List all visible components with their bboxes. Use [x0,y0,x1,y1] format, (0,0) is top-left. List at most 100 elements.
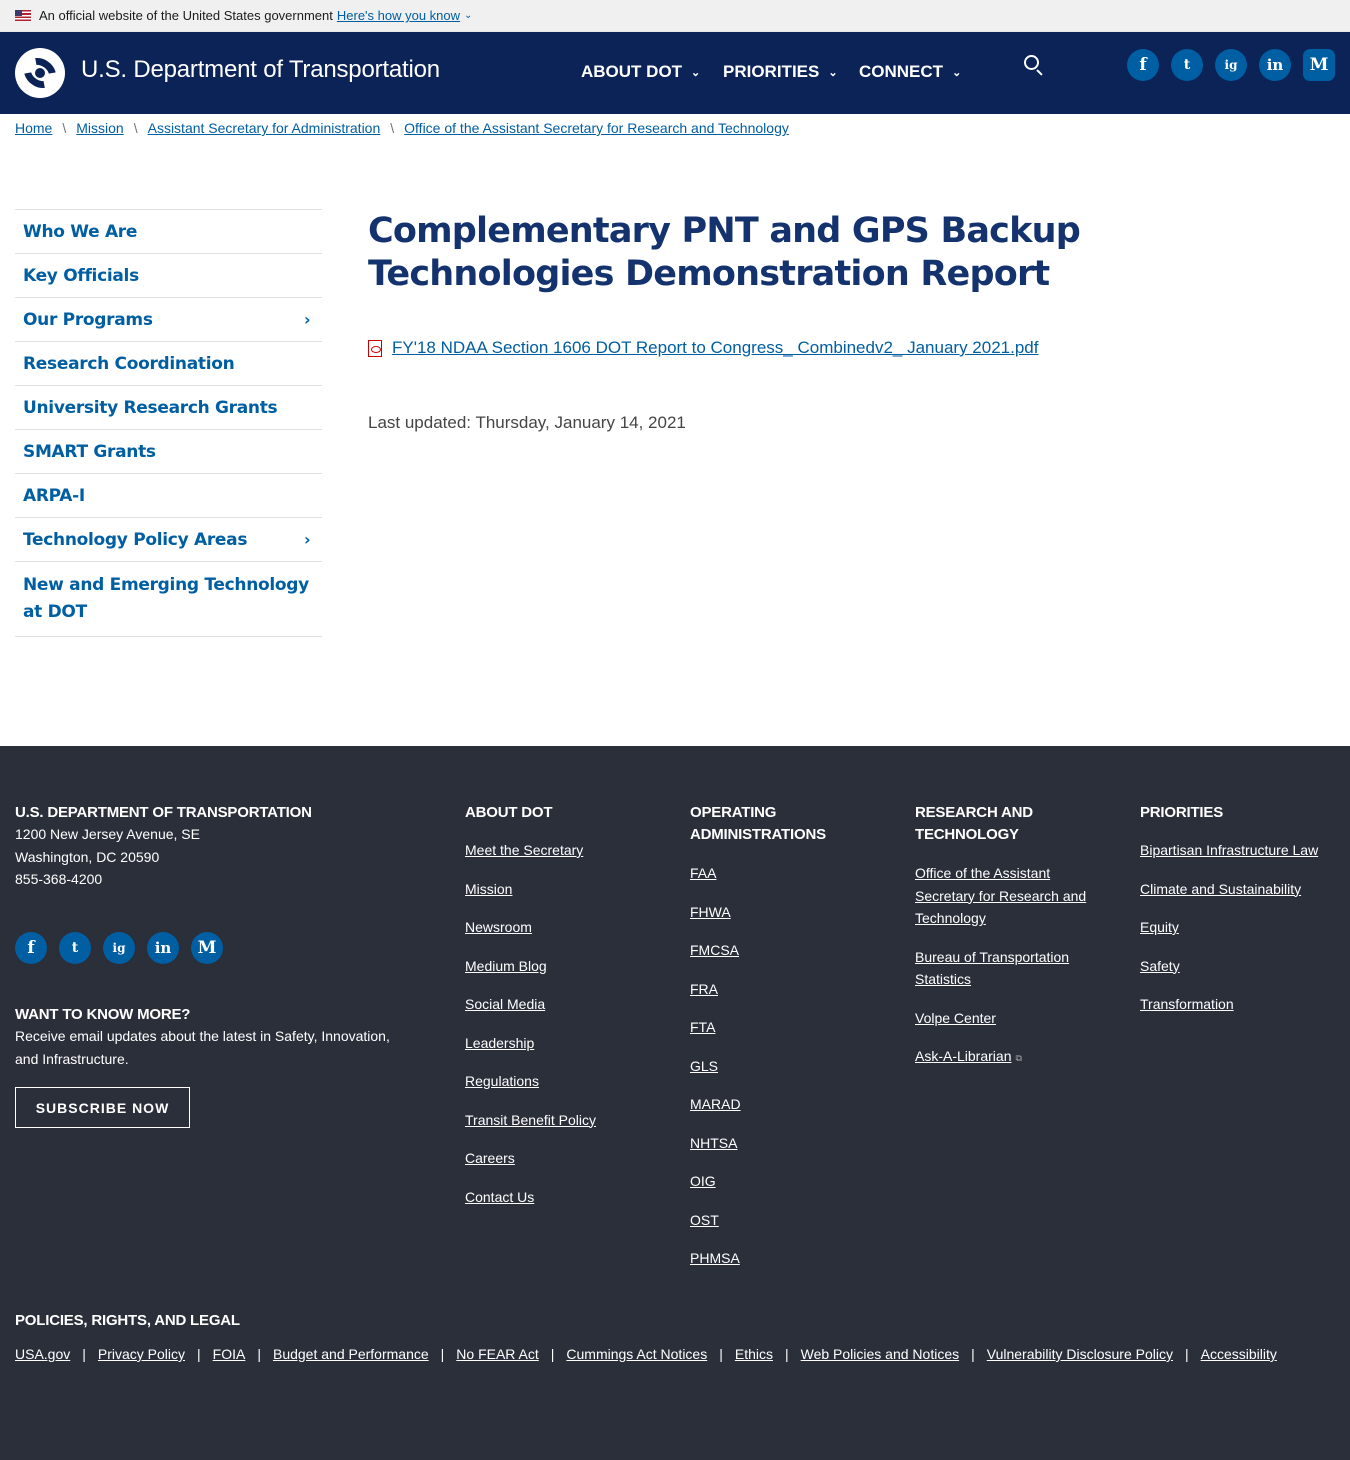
chevron-down-icon: ⌄ [691,66,701,79]
footer-link[interactable]: Transformation [1140,996,1234,1012]
legal-link[interactable]: USA.gov [15,1346,70,1362]
footer-link[interactable]: MARAD [690,1096,741,1112]
legal-link[interactable]: Accessibility [1201,1346,1277,1362]
breadcrumb: Home \ Mission \ Assistant Secretary for A… [15,120,789,136]
linkedin-icon[interactable]: in [1259,49,1291,81]
page-title: Complementary PNT and GPS Backup Technol… [368,211,1081,294]
legal-link[interactable]: No FEAR Act [456,1346,538,1362]
linkedin-icon[interactable]: in [147,932,179,964]
sidenav-arpa-i[interactable]: ARPA-I [15,474,322,518]
footer-legal-links: USA.gov | Privacy Policy | FOIA | Budget an… [15,1346,1277,1362]
sidenav-label: Our Programs [23,309,153,330]
sidenav-key-officials[interactable]: Key Officials [15,254,322,298]
how-you-know-link[interactable]: Here's how you know [337,8,460,23]
site-header: U.S. Department of Transportation ABOUT … [0,32,1350,114]
footer-link[interactable]: Volpe Center [915,1010,996,1026]
search-icon[interactable] [1022,54,1046,78]
footer-link[interactable]: FHWA [690,904,731,920]
sidenav-our-programs[interactable]: Our Programs › [15,298,322,342]
sidenav-research-coordination[interactable]: Research Coordination [15,342,322,386]
gov-banner: An official website of the United States… [0,0,1350,32]
facebook-icon[interactable]: f [1127,49,1159,81]
nav-priorities[interactable]: PRIORITIES ⌄ [723,62,838,82]
sidenav-technology-policy-areas[interactable]: Technology Policy Areas › [15,518,322,562]
medium-icon[interactable]: M [1303,49,1335,81]
legal-link[interactable]: Web Policies and Notices [801,1346,959,1362]
sidenav-new-emerging-technology[interactable]: New and Emerging Technology at DOT [15,562,322,637]
legal-link[interactable]: Ethics [735,1346,773,1362]
footer-link[interactable]: Regulations [465,1073,539,1089]
separator: | [550,1346,555,1362]
footer-link[interactable]: Equity [1140,919,1179,935]
dot-logo-icon[interactable] [15,48,65,98]
footer-link[interactable]: Ask-A-Librarian [915,1048,1011,1064]
footer-link[interactable]: Meet the Secretary [465,842,583,858]
footer-link[interactable]: Mission [465,881,512,897]
footer-link[interactable]: FRA [690,981,718,997]
legal-link[interactable]: Budget and Performance [273,1346,429,1362]
footer-link[interactable]: FTA [690,1019,715,1035]
footer-link[interactable]: Careers [465,1150,515,1166]
chevron-right-icon[interactable]: › [304,310,314,329]
legal-link[interactable]: Vulnerability Disclosure Policy [987,1346,1173,1362]
footer-phone: 855-368-4200 [15,871,103,887]
breadcrumb-mission[interactable]: Mission [76,120,123,136]
separator: | [197,1346,201,1362]
medium-icon[interactable]: M [191,932,223,964]
footer-link[interactable]: PHMSA [690,1250,740,1266]
legal-link[interactable]: FOIA [213,1346,246,1362]
instagram-icon[interactable]: ig [1215,49,1247,81]
breadcrumb-home[interactable]: Home [15,120,52,136]
sidenav-label: New and Emerging Technology at DOT [23,575,309,622]
sidenav-smart-grants[interactable]: SMART Grants [15,430,322,474]
footer-link[interactable]: Bureau of Transportation Statistics [915,949,1069,988]
chevron-right-icon[interactable]: › [304,530,314,549]
footer-link[interactable]: GLS [690,1058,718,1074]
footer-link[interactable]: Newsroom [465,919,532,935]
instagram-icon[interactable]: ig [103,932,135,964]
breadcrumb-ost-r[interactable]: Office of the Assistant Secretary for Re… [404,120,789,136]
footer-link[interactable]: Safety [1140,958,1180,974]
facebook-icon[interactable]: f [15,932,47,964]
chevron-down-icon[interactable]: ⌄ [464,10,472,21]
footer-link[interactable]: Social Media [465,996,545,1012]
legal-link[interactable]: Cummings Act Notices [566,1346,707,1362]
footer-link[interactable]: Climate and Sustainability [1140,881,1301,897]
legal-link[interactable]: Privacy Policy [98,1346,185,1362]
footer-link[interactable]: Medium Blog [465,958,547,974]
footer-priorities-heading: PRIORITIES [1140,804,1224,821]
breadcrumb-separator: \ [133,120,138,136]
nav-about-dot[interactable]: ABOUT DOT ⌄ [581,62,700,82]
footer-link[interactable]: Leadership [465,1035,534,1051]
file-attachment: FY'18 NDAA Section 1606 DOT Report to Co… [368,338,1038,358]
footer-about-list: Meet the Secretary Mission Newsroom Medi… [465,839,596,1224]
footer-research-heading: RESEARCH AND TECHNOLOGY [915,804,1033,843]
footer-link[interactable]: OIG [690,1173,716,1189]
subscribe-now-button[interactable]: SUBSCRIBE NOW [15,1087,190,1128]
separator: | [784,1346,789,1362]
breadcrumb-assistant-secretary[interactable]: Assistant Secretary for Administration [148,120,381,136]
sidenav-who-we-are[interactable]: Who We Are [15,210,322,254]
footer-operating-heading: OPERATING ADMINISTRATIONS [690,804,826,843]
footer-link[interactable]: Transit Benefit Policy [465,1112,596,1128]
footer-link[interactable]: OST [690,1212,719,1228]
separator: | [257,1346,261,1362]
nav-connect-label: CONNECT [859,62,944,81]
sidenav-label: University Research Grants [23,397,278,418]
footer-link[interactable]: Office of the Assistant Secretary for Re… [915,865,1086,926]
chevron-down-icon: ⌄ [952,66,962,79]
nav-connect[interactable]: CONNECT ⌄ [859,62,961,82]
footer-link[interactable]: Bipartisan Infrastructure Law [1140,842,1318,858]
footer-link[interactable]: Contact Us [465,1189,534,1205]
chevron-down-icon: ⌄ [828,66,838,79]
twitter-icon[interactable]: t [1171,49,1203,81]
site-title[interactable]: U.S. Department of Transportation [81,56,440,84]
separator: | [971,1346,975,1362]
twitter-icon[interactable]: t [59,932,91,964]
footer-link[interactable]: NHTSA [690,1135,737,1151]
footer-link[interactable]: FMCSA [690,942,739,958]
footer-link[interactable]: FAA [690,865,716,881]
pdf-file-link[interactable]: FY'18 NDAA Section 1606 DOT Report to Co… [392,338,1038,358]
sidenav-university-research-grants[interactable]: University Research Grants [15,386,322,430]
footer-research-list: Office of the Assistant Secretary for Re… [915,862,1105,1086]
